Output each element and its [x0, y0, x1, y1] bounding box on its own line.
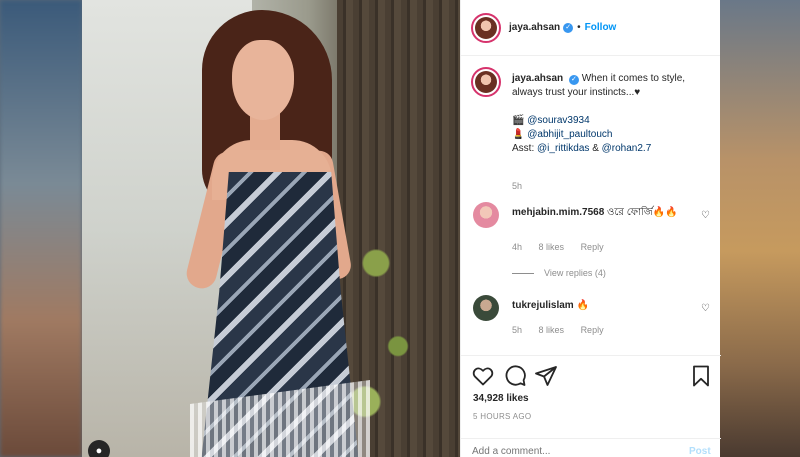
comment-icon[interactable]: [503, 364, 527, 388]
photo-face: [232, 40, 294, 120]
post-comment-button[interactable]: Post: [689, 446, 711, 457]
comment-time[interactable]: 4h: [512, 242, 522, 252]
background-left-blur: [0, 0, 82, 457]
heart-icon[interactable]: [471, 364, 495, 388]
reply-button[interactable]: Reply: [581, 242, 604, 252]
post-header: jaya.ahsan ✓ • Follow: [461, 0, 720, 56]
comment-body: mehjabin.mim.7568 ওরে ফোর্জি🔥🔥: [512, 206, 682, 220]
comment-like-heart-icon[interactable]: ♡: [701, 303, 710, 314]
post-side-panel: jaya.ahsan ✓ • Follow jaya.ahsan ✓ When …: [460, 0, 721, 457]
comment-meta: 4h 8 likes Reply: [512, 242, 618, 252]
share-icon[interactable]: [534, 364, 558, 388]
mention-link[interactable]: @rohan2.7: [602, 143, 652, 154]
caption-username[interactable]: jaya.ahsan: [512, 73, 563, 84]
post-time-ago[interactable]: 5 HOURS AGO: [473, 412, 531, 421]
mention-link[interactable]: @i_rittikdas: [537, 143, 589, 154]
comment-likes[interactable]: 8 likes: [539, 242, 565, 252]
comment-meta: 5h 8 likes Reply: [512, 325, 618, 335]
comment-username[interactable]: mehjabin.mim.7568: [512, 207, 604, 218]
comment-avatar[interactable]: [473, 202, 499, 228]
comment-username[interactable]: tukrejulislam: [512, 300, 574, 311]
add-comment-bar: Post: [461, 438, 721, 457]
comment-like-heart-icon[interactable]: ♡: [701, 210, 710, 221]
comments-list[interactable]: jaya.ahsan ✓ When it comes to style, alw…: [461, 57, 721, 357]
mention-link[interactable]: @abhijit_paultouch: [527, 129, 612, 140]
add-comment-input[interactable]: [472, 446, 662, 457]
reply-button[interactable]: Reply: [581, 325, 604, 335]
comment-time[interactable]: 5h: [512, 325, 522, 335]
author-avatar[interactable]: [471, 12, 501, 43]
view-replies-button[interactable]: View replies (4): [512, 268, 606, 278]
action-icons: [471, 364, 711, 388]
clapper-icon: 🎬: [512, 115, 525, 126]
comment-text: ওরে ফোর্জি🔥🔥: [607, 207, 678, 218]
mention-link[interactable]: @sourav3934: [527, 115, 589, 126]
follow-button[interactable]: Follow: [585, 22, 617, 33]
tagged-user-icon[interactable]: ●: [88, 440, 110, 457]
verified-badge-icon: ✓: [563, 22, 574, 33]
post-photo[interactable]: ●: [82, 0, 460, 457]
comment-body: tukrejulislam 🔥: [512, 299, 682, 313]
post-actions: 34,928 likes 5 HOURS AGO Post: [461, 355, 721, 457]
caption-time[interactable]: 5h: [512, 181, 522, 191]
caption-verified-icon: ✓: [568, 75, 579, 85]
caption-avatar[interactable]: [471, 67, 501, 97]
comment-item: mehjabin.mim.7568 ওরে ফোর্জি🔥🔥 ♡ 4h 8 li…: [471, 202, 711, 278]
background-right-blur: [720, 0, 800, 457]
comment-item: tukrejulislam 🔥 ♡ 5h 8 likes Reply: [471, 295, 711, 355]
ampersand: &: [592, 143, 599, 154]
comment-avatar[interactable]: [473, 295, 499, 321]
caption-text-block: jaya.ahsan ✓ When it comes to style, alw…: [512, 72, 712, 156]
comment-likes[interactable]: 8 likes: [539, 325, 565, 335]
lipstick-icon: 💄: [512, 129, 525, 140]
comment-text: 🔥: [576, 300, 589, 311]
likes-count[interactable]: 34,928 likes: [473, 393, 529, 404]
bookmark-icon[interactable]: [689, 364, 713, 388]
separator: •: [577, 22, 581, 33]
author-username[interactable]: jaya.ahsan: [509, 22, 560, 33]
assistant-label: Asst:: [512, 143, 535, 154]
